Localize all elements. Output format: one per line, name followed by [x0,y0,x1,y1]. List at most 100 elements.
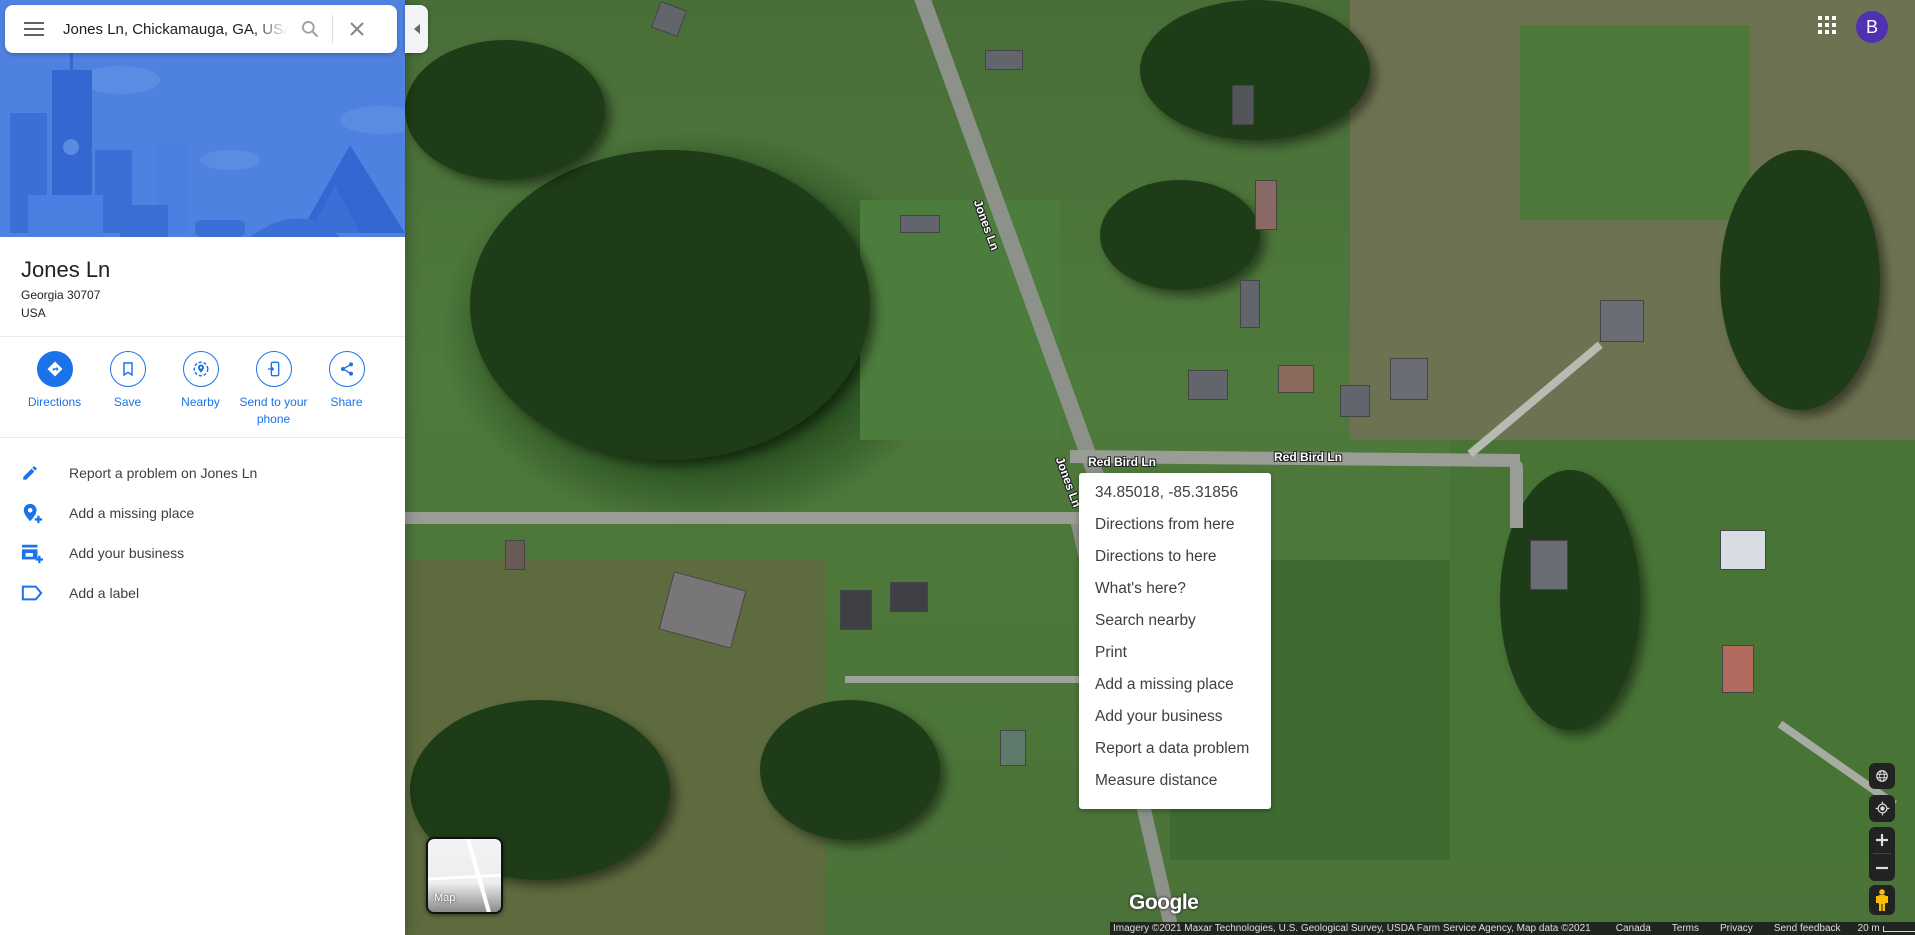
action-buttons: Directions Save Nearby Send to your phon… [18,351,383,428]
coordinates-item[interactable]: 34.85018, -85.31856 [1079,477,1271,509]
action-label: Save [113,395,142,409]
contribution-list: Report a problem on Jones Ln Add a missi… [0,453,405,613]
scale-label: 20 m [1857,923,1880,934]
report-data-problem-item[interactable]: Report a data problem [1079,733,1271,765]
tree-cluster [470,150,870,460]
bookmark-icon [109,351,146,387]
minus-icon [1876,866,1888,869]
road-label: Red Bird Ln [1088,455,1156,469]
attribution-text[interactable]: Imagery ©2021 Maxar Technologies, U.S. G… [1110,923,1591,934]
google-apps-button[interactable] [1816,14,1838,36]
search-nearby-item[interactable]: Search nearby [1079,605,1271,637]
building [1278,365,1314,393]
send-feedback-link[interactable]: Send feedback [1771,923,1841,934]
street-view-pegman[interactable] [1869,885,1895,915]
nearby-button[interactable]: Nearby [164,351,237,428]
directions-icon [36,351,73,387]
tree-cluster [760,700,940,840]
divider [0,437,405,438]
send-to-phone-icon [255,351,292,387]
send-to-phone-button[interactable]: Send to your phone [237,351,310,428]
directions-from-here-item[interactable]: Directions from here [1079,509,1271,541]
add-business-item[interactable]: Add your business [1079,701,1271,733]
building [1188,370,1228,400]
whats-here-item[interactable]: What's here? [1079,573,1271,605]
share-icon [328,351,365,387]
scale-bar[interactable]: 20 m [1855,923,1915,934]
building [1340,385,1370,417]
building [1722,645,1754,693]
scale-bar-graphic [1882,925,1915,932]
action-label: Directions [27,395,82,409]
road-red-bird-ln [1510,458,1523,528]
layer-toggle-label: Map [434,892,456,904]
add-label-item[interactable]: Add a label [0,573,405,613]
collapse-panel-button[interactable] [405,5,428,53]
building [651,1,687,37]
add-missing-place-item[interactable]: Add a missing place [0,493,405,533]
measure-distance-item[interactable]: Measure distance [1079,765,1271,797]
zoom-out-button[interactable] [1869,855,1895,881]
search-input[interactable] [63,20,288,38]
globe-view-button[interactable] [1869,763,1895,789]
action-label: Nearby [181,395,220,409]
nearby-icon [182,351,219,387]
add-missing-place-item[interactable]: Add a missing place [1079,669,1271,701]
building [1530,540,1568,590]
close-icon [350,22,364,36]
google-logo: Google [1129,891,1199,914]
privacy-link[interactable]: Privacy [1717,923,1753,934]
share-button[interactable]: Share [310,351,383,428]
search-button[interactable] [288,5,332,53]
tree-cluster [405,40,605,180]
building [1390,358,1428,400]
zoom-in-button[interactable] [1869,827,1895,853]
building [1600,300,1644,342]
pegman-icon [1876,889,1888,911]
zoom-controls [1869,827,1895,881]
add-business-item[interactable]: Add your business [0,533,405,573]
save-button[interactable]: Save [91,351,164,428]
report-problem-item[interactable]: Report a problem on Jones Ln [0,453,405,493]
directions-to-here-item[interactable]: Directions to here [1079,541,1271,573]
directions-button[interactable]: Directions [18,351,91,428]
building [1720,530,1766,570]
place-title: Jones Ln [21,257,111,282]
tree-cluster [1140,0,1370,140]
building [1255,180,1277,230]
building [900,215,940,233]
place-panel: Jones Ln Georgia 30707 USA Directions Sa… [0,0,405,935]
map-layer-toggle[interactable]: Map [426,837,503,914]
hamburger-menu-icon [24,22,44,36]
building [840,590,872,630]
label-icon [21,581,49,605]
building [985,50,1023,70]
building [505,540,525,570]
address-country: USA [21,306,46,320]
tree-cluster [1100,180,1260,290]
clear-search-button[interactable] [333,5,381,53]
action-label: Send to your phone [239,395,308,426]
my-location-button[interactable] [1869,795,1895,822]
my-location-icon [1875,801,1889,816]
driveway [845,676,1105,683]
building [1000,730,1026,766]
account-avatar[interactable]: B [1856,11,1888,43]
divider [0,336,405,337]
building [890,582,928,612]
add-business-icon [21,541,49,565]
extra-label: Add a missing place [69,505,195,521]
apps-grid-icon [1818,16,1836,34]
grass-field [1520,25,1750,220]
road-label: Red Bird Ln [1274,450,1342,464]
extra-label: Report a problem on Jones Ln [69,465,258,481]
main-menu-button[interactable] [5,5,63,53]
globe-icon [1876,770,1888,782]
tree-cluster [1720,150,1880,410]
road-horizontal [405,512,1085,524]
region-link[interactable]: Canada [1613,923,1651,934]
print-item[interactable]: Print [1079,637,1271,669]
chevron-left-icon [413,24,420,34]
extra-label: Add your business [69,545,185,561]
terms-link[interactable]: Terms [1669,923,1699,934]
